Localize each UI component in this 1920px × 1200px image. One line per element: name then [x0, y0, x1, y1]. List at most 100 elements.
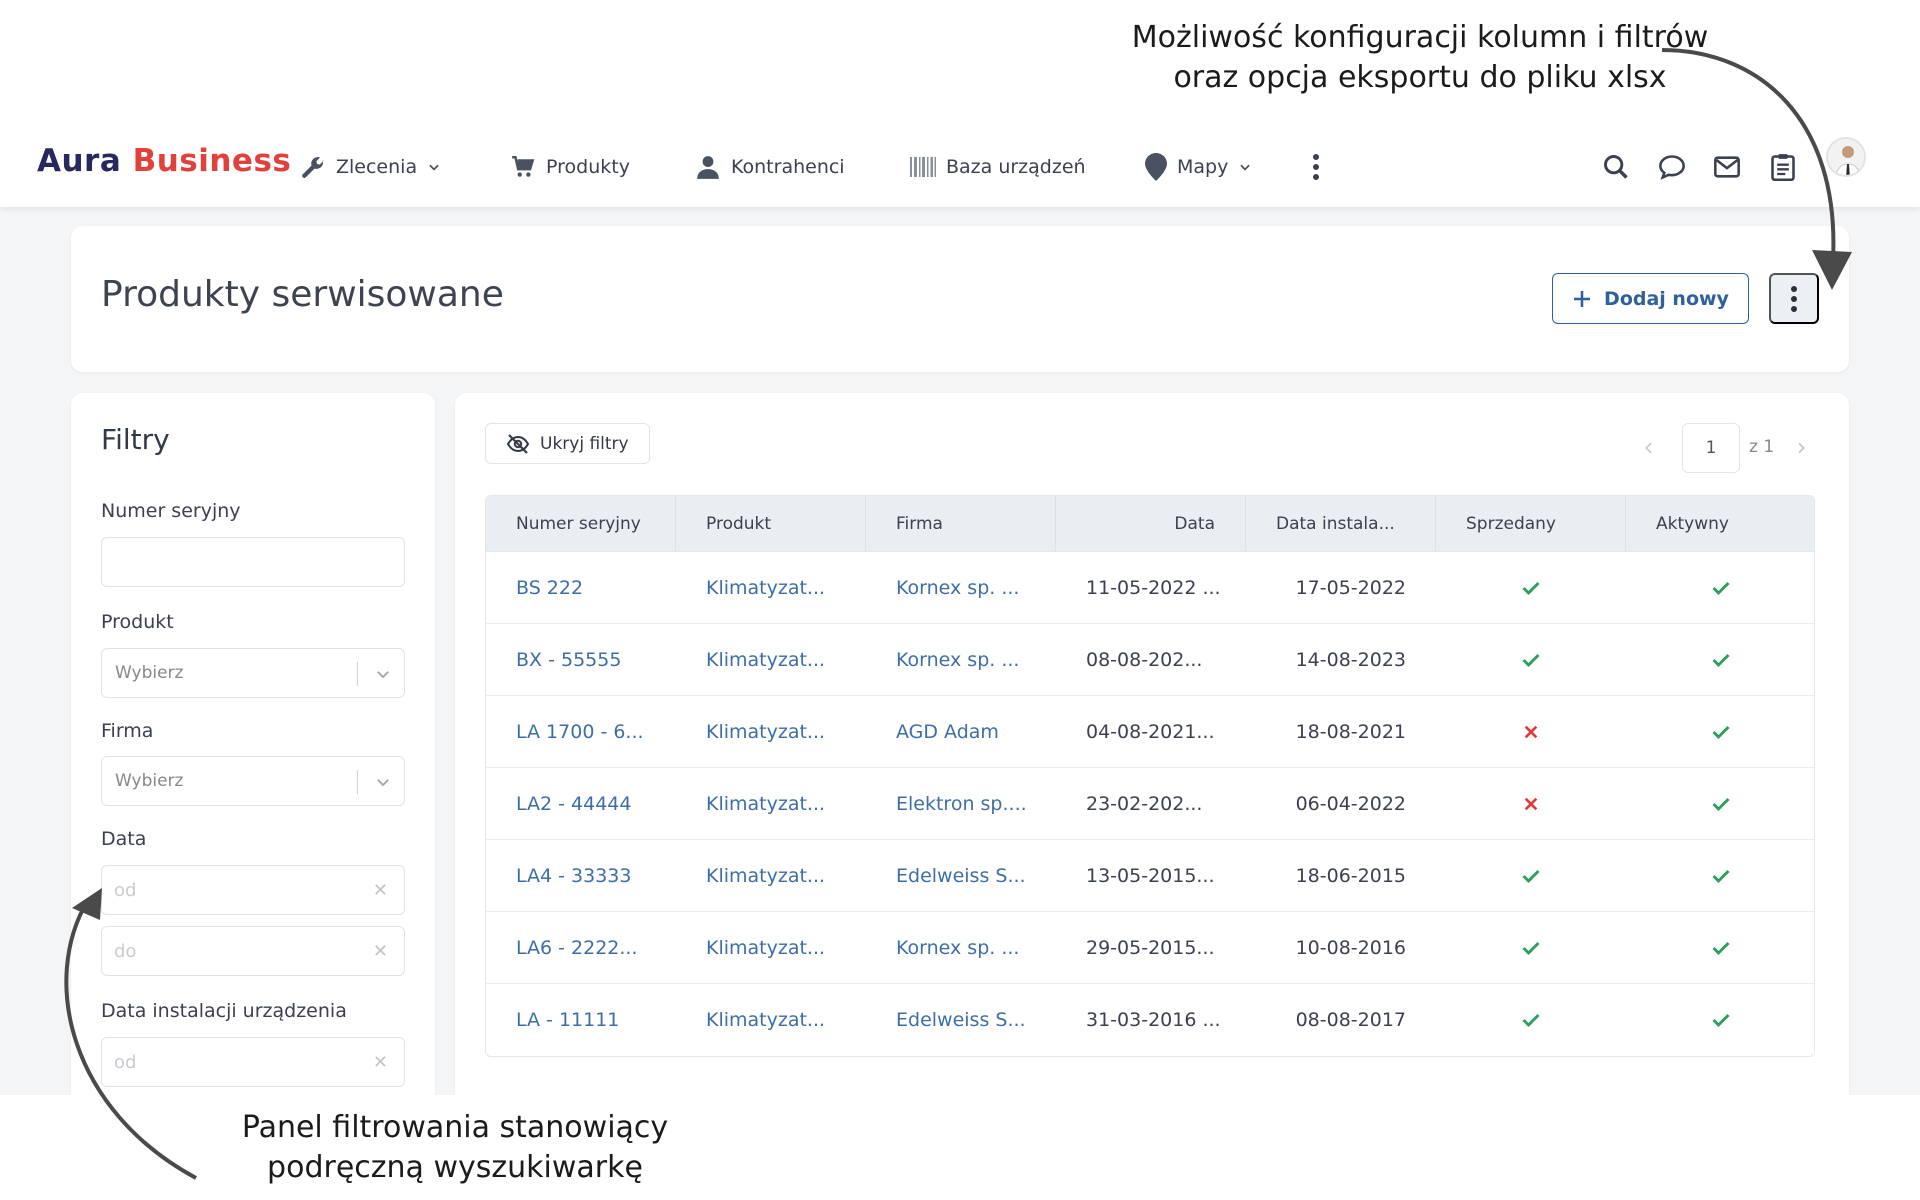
- products-table: Numer seryjny Produkt Firma Data Data in…: [485, 495, 1815, 1057]
- cell-product[interactable]: Klimatyzat...: [676, 624, 866, 695]
- logo-part2: Business: [132, 143, 292, 179]
- kebab-menu-icon: [1791, 285, 1797, 312]
- annotation-bottom-line1: Panel filtrowania stanowiący: [241, 1110, 669, 1145]
- cell-install-date: 06-04-2022: [1295, 792, 1406, 815]
- cell-sold: [1436, 984, 1626, 1056]
- table-row[interactable]: LA - 11111 Klimatyzat... Edelweiss S... 31-…: [486, 984, 1814, 1056]
- cell-sold: [1436, 912, 1626, 983]
- check-icon: [1712, 797, 1730, 811]
- cell-serial[interactable]: BX - 55555: [486, 624, 676, 695]
- column-header-install-date[interactable]: Data instala...: [1246, 496, 1436, 551]
- nav-item-produkty[interactable]: Produkty: [510, 147, 630, 187]
- check-icon: [1712, 725, 1730, 739]
- cell-date: 08-08-202...: [1086, 648, 1203, 671]
- cell-product[interactable]: Klimatyzat...: [676, 768, 866, 839]
- page-number-input[interactable]: 1: [1682, 423, 1740, 473]
- table-row[interactable]: LA4 - 33333 Klimatyzat... Edelweiss S... 13…: [486, 840, 1814, 912]
- check-icon: [1522, 581, 1540, 595]
- date-from-input[interactable]: od ✕: [101, 865, 405, 915]
- search-icon[interactable]: [1602, 153, 1630, 181]
- check-icon: [1522, 869, 1540, 883]
- column-header-date[interactable]: Data: [1056, 496, 1246, 551]
- column-header-serial[interactable]: Numer seryjny: [486, 496, 676, 551]
- cell-company[interactable]: Kornex sp. ...: [866, 552, 1056, 623]
- table-row[interactable]: LA 1700 - 6... Klimatyzat... AGD Adam 04-08…: [486, 696, 1814, 768]
- column-header-active[interactable]: Aktywny: [1626, 496, 1814, 551]
- cell-serial[interactable]: LA2 - 44444: [486, 768, 676, 839]
- nav-item-label: Mapy: [1177, 156, 1229, 178]
- add-new-button[interactable]: Dodaj nowy: [1552, 273, 1749, 324]
- clear-icon[interactable]: ✕: [373, 941, 388, 962]
- date-to-placeholder: do: [114, 940, 137, 962]
- logo[interactable]: Aura Business: [37, 143, 291, 179]
- cell-product[interactable]: Klimatyzat...: [676, 912, 866, 983]
- cell-serial[interactable]: LA4 - 33333: [486, 840, 676, 911]
- cell-company[interactable]: Kornex sp. ...: [866, 912, 1056, 983]
- more-options-button[interactable]: [1769, 273, 1819, 324]
- product-select[interactable]: Wybierz: [101, 648, 405, 698]
- cell-company[interactable]: AGD Adam: [866, 696, 1056, 767]
- company-select[interactable]: Wybierz: [101, 756, 405, 806]
- mail-icon[interactable]: [1713, 153, 1741, 181]
- table-header: Numer seryjny Produkt Firma Data Data in…: [486, 496, 1814, 552]
- cell-company[interactable]: Elektron sp....: [866, 768, 1056, 839]
- avatar-icon: [1828, 139, 1864, 175]
- cell-product[interactable]: Klimatyzat...: [676, 984, 866, 1056]
- chevron-down-icon: [1240, 164, 1251, 171]
- cell-date: 29-05-2015...: [1086, 936, 1215, 959]
- check-icon: [1712, 653, 1730, 667]
- table-row[interactable]: LA2 - 44444 Klimatyzat... Elektron sp.... 2…: [486, 768, 1814, 840]
- logo-part1: Aura: [37, 143, 122, 179]
- serial-number-input[interactable]: [101, 537, 405, 587]
- cell-serial[interactable]: LA6 - 2222...: [486, 912, 676, 983]
- wrench-icon: [302, 157, 324, 178]
- hide-filters-button[interactable]: Ukryj filtry: [485, 423, 650, 464]
- cell-date: 31-03-2016 ...: [1086, 1009, 1221, 1031]
- cell-active: [1626, 552, 1814, 623]
- plus-icon: [1574, 290, 1591, 307]
- cross-icon: [1524, 725, 1538, 738]
- chevron-down-icon: [429, 164, 439, 171]
- nav-item-baza-urzadzen[interactable]: Baza urządzeń: [910, 147, 1086, 187]
- cell-date: 04-08-2021...: [1086, 720, 1215, 743]
- clear-icon[interactable]: ✕: [373, 1052, 388, 1073]
- nav-item-zlecenia[interactable]: Zlecenia: [300, 147, 441, 187]
- cell-serial[interactable]: LA - 11111: [486, 984, 676, 1056]
- nav-item-kontrahenci[interactable]: Kontrahenci: [695, 147, 845, 187]
- chevron-left-icon[interactable]: [1641, 440, 1657, 456]
- table-row[interactable]: BS 222 Klimatyzat... Kornex sp. ... 11-05-2…: [486, 552, 1814, 624]
- column-header-product[interactable]: Produkt: [676, 496, 866, 551]
- cell-company[interactable]: Edelweiss S...: [866, 984, 1056, 1056]
- install-date-from-input[interactable]: od ✕: [101, 1037, 405, 1087]
- column-header-sold[interactable]: Sprzedany: [1436, 496, 1626, 551]
- check-icon: [1522, 941, 1540, 955]
- table-row[interactable]: BX - 55555 Klimatyzat... Kornex sp. ... 08-…: [486, 624, 1814, 696]
- add-new-button-label: Dodaj nowy: [1604, 287, 1729, 310]
- annotation-bottom: Panel filtrowania stanowiący podręczną w…: [150, 1108, 760, 1188]
- clipboard-icon[interactable]: [1769, 153, 1797, 181]
- table-row[interactable]: LA6 - 2222... Klimatyzat... Kornex sp. ...…: [486, 912, 1814, 984]
- clear-icon[interactable]: ✕: [373, 880, 388, 901]
- cell-serial[interactable]: BS 222: [486, 552, 676, 623]
- cell-install-date: 08-08-2017: [1295, 1009, 1406, 1031]
- column-header-company[interactable]: Firma: [866, 496, 1056, 551]
- cell-company[interactable]: Edelweiss S...: [866, 840, 1056, 911]
- product-select-placeholder: Wybierz: [115, 663, 184, 683]
- avatar[interactable]: [1826, 137, 1866, 177]
- chat-icon[interactable]: [1658, 153, 1686, 181]
- nav-item-mapy[interactable]: Mapy: [1145, 147, 1252, 187]
- cart-icon: [512, 156, 535, 177]
- cell-active: [1626, 912, 1814, 983]
- cell-product[interactable]: Klimatyzat...: [676, 696, 866, 767]
- chevron-down-icon: [377, 779, 389, 787]
- chevron-right-icon[interactable]: [1793, 440, 1809, 456]
- cell-product[interactable]: Klimatyzat...: [676, 840, 866, 911]
- cell-product[interactable]: Klimatyzat...: [676, 552, 866, 623]
- check-icon: [1712, 941, 1730, 955]
- date-to-input[interactable]: do ✕: [101, 926, 405, 976]
- nav-more-button[interactable]: [1312, 147, 1320, 187]
- product-label: Produkt: [101, 611, 174, 633]
- cell-serial[interactable]: LA 1700 - 6...: [486, 696, 676, 767]
- cell-active: [1626, 768, 1814, 839]
- cell-company[interactable]: Kornex sp. ...: [866, 624, 1056, 695]
